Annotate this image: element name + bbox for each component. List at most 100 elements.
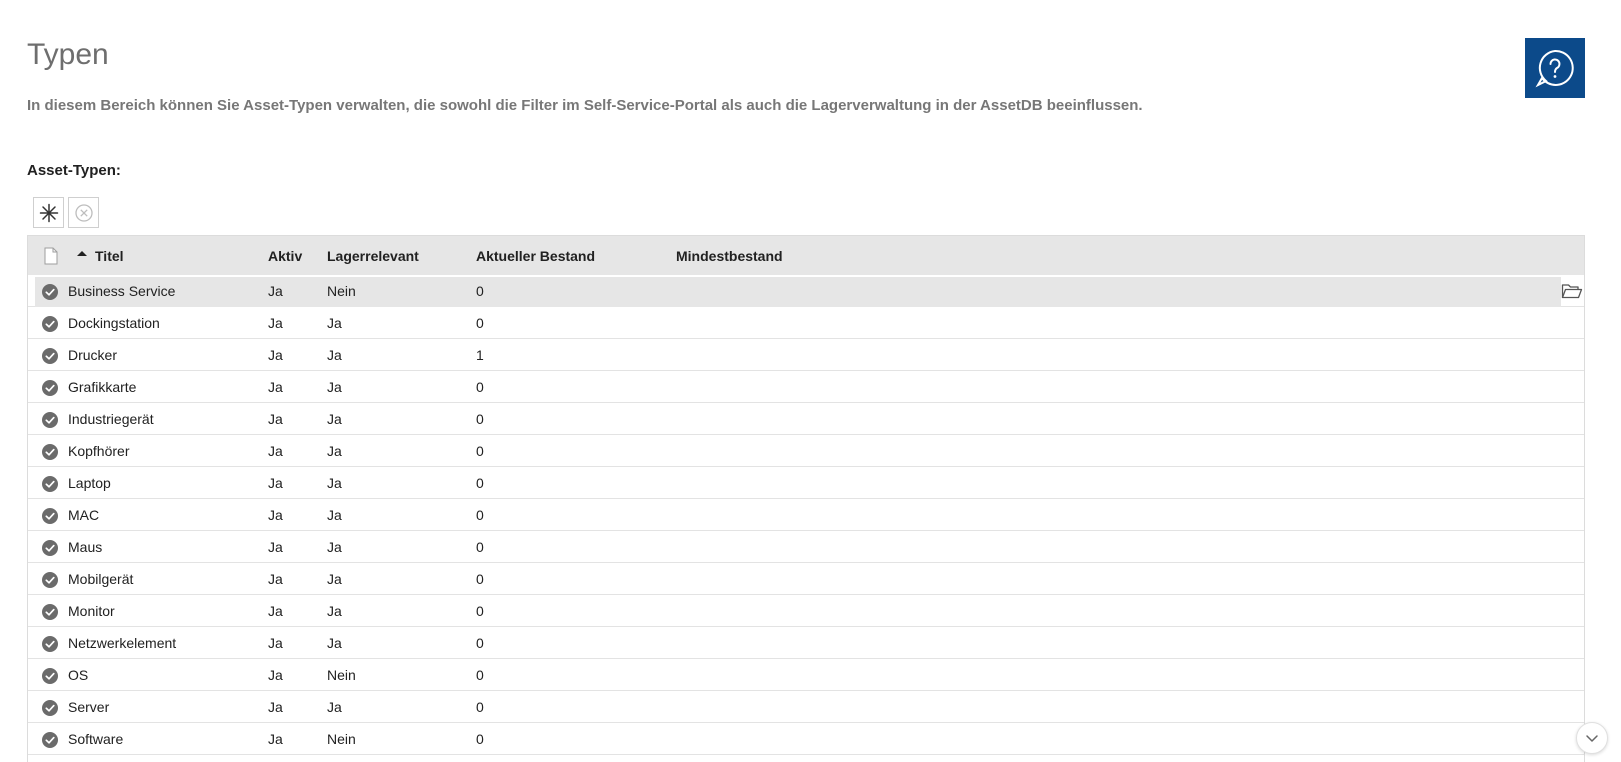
cell-title: OS bbox=[68, 667, 89, 683]
cell-active: Ja bbox=[268, 699, 283, 715]
page-title: Typen bbox=[27, 38, 109, 71]
row-status bbox=[42, 284, 58, 300]
cell-active: Ja bbox=[268, 539, 283, 555]
table-row[interactable]: OS Ja Nein 0 bbox=[28, 659, 1584, 691]
cell-storage-relevant: Nein bbox=[327, 667, 356, 683]
cell-storage-relevant: Nein bbox=[327, 731, 356, 747]
row-status bbox=[42, 636, 58, 652]
column-header-title[interactable]: Titel bbox=[76, 236, 124, 276]
scroll-down-button[interactable] bbox=[1576, 722, 1608, 754]
table-row[interactable]: Industriegerät Ja Ja 0 bbox=[28, 403, 1584, 435]
cell-title: Server bbox=[68, 699, 110, 715]
check-circle-icon bbox=[42, 540, 58, 556]
cell-current-stock: 0 bbox=[476, 571, 484, 587]
cancel-circle-icon bbox=[74, 203, 93, 222]
cell-title: Kopfhörer bbox=[68, 443, 130, 459]
table-row[interactable]: MAC Ja Ja 0 bbox=[28, 499, 1584, 531]
row-status bbox=[42, 732, 58, 748]
table-body: Business Service Ja Nein 0 Dockingstation Ja… bbox=[28, 275, 1584, 755]
cell-current-stock: 0 bbox=[476, 539, 484, 555]
cell-current-stock: 0 bbox=[476, 635, 484, 651]
check-circle-icon bbox=[42, 668, 58, 684]
row-status bbox=[42, 700, 58, 716]
row-status bbox=[42, 476, 58, 492]
cell-title: Netzwerkelement bbox=[68, 635, 177, 651]
cell-storage-relevant: Ja bbox=[327, 411, 342, 427]
cell-storage-relevant: Ja bbox=[327, 507, 342, 523]
table-row[interactable]: Kopfhörer Ja Ja 0 bbox=[28, 435, 1584, 467]
cell-storage-relevant: Ja bbox=[327, 347, 342, 363]
row-status bbox=[42, 444, 58, 460]
cell-active: Ja bbox=[268, 571, 283, 587]
folder-open-icon bbox=[1561, 284, 1583, 299]
check-circle-icon bbox=[42, 604, 58, 620]
check-circle-icon bbox=[42, 508, 58, 524]
cell-storage-relevant: Ja bbox=[327, 699, 342, 715]
cell-active: Ja bbox=[268, 507, 283, 523]
cell-current-stock: 0 bbox=[476, 667, 484, 683]
table-row[interactable]: Netzwerkelement Ja Ja 0 bbox=[28, 627, 1584, 659]
cell-current-stock: 0 bbox=[476, 731, 484, 747]
table-row[interactable]: Grafikkarte Ja Ja 0 bbox=[28, 371, 1584, 403]
cell-current-stock: 0 bbox=[476, 443, 484, 459]
cell-storage-relevant: Ja bbox=[327, 475, 342, 491]
table-row[interactable]: Laptop Ja Ja 0 bbox=[28, 467, 1584, 499]
cell-storage-relevant: Ja bbox=[327, 315, 342, 331]
cell-title: Drucker bbox=[68, 347, 118, 363]
document-icon bbox=[44, 247, 58, 265]
cell-active: Ja bbox=[268, 475, 283, 491]
cell-active: Ja bbox=[268, 667, 283, 683]
row-status bbox=[42, 668, 58, 684]
cell-active: Ja bbox=[268, 443, 283, 459]
cell-storage-relevant: Ja bbox=[327, 379, 342, 395]
open-row-button[interactable] bbox=[1561, 282, 1583, 300]
section-label: Asset-Typen: bbox=[27, 162, 121, 179]
help-button[interactable] bbox=[1525, 38, 1585, 98]
row-status bbox=[42, 380, 58, 396]
delete-button[interactable] bbox=[68, 197, 99, 228]
check-circle-icon bbox=[42, 572, 58, 588]
column-header-min-stock[interactable]: Mindestbestand bbox=[676, 236, 783, 276]
add-button[interactable] bbox=[33, 197, 64, 228]
cell-storage-relevant: Ja bbox=[327, 571, 342, 587]
check-circle-icon bbox=[42, 284, 58, 300]
cell-storage-relevant: Ja bbox=[327, 443, 342, 459]
table-row[interactable]: Business Service Ja Nein 0 bbox=[28, 275, 1584, 307]
cell-current-stock: 0 bbox=[476, 699, 484, 715]
column-header-storage-relevant[interactable]: Lagerrelevant bbox=[327, 236, 419, 276]
cell-current-stock: 0 bbox=[476, 379, 484, 395]
check-circle-icon bbox=[42, 700, 58, 716]
table-header: Titel Aktiv Lagerrelevant Aktueller Best… bbox=[28, 235, 1584, 275]
help-chat-icon bbox=[1535, 49, 1574, 88]
row-status bbox=[42, 412, 58, 428]
cell-active: Ja bbox=[268, 283, 283, 299]
cell-active: Ja bbox=[268, 347, 283, 363]
check-circle-icon bbox=[42, 444, 58, 460]
check-circle-icon bbox=[42, 732, 58, 748]
cell-active: Ja bbox=[268, 731, 283, 747]
cell-title: Industriegerät bbox=[68, 411, 154, 427]
cell-storage-relevant: Nein bbox=[327, 283, 356, 299]
table-row[interactable]: Drucker Ja Ja 1 bbox=[28, 339, 1584, 371]
page-description: In diesem Bereich können Sie Asset-Typen… bbox=[27, 97, 1143, 114]
table-row[interactable]: Server Ja Ja 0 bbox=[28, 691, 1584, 723]
cell-current-stock: 0 bbox=[476, 475, 484, 491]
table-row[interactable]: Mobilgerät Ja Ja 0 bbox=[28, 563, 1584, 595]
column-header-active[interactable]: Aktiv bbox=[268, 236, 302, 276]
table-row[interactable]: Maus Ja Ja 0 bbox=[28, 531, 1584, 563]
cell-title: Monitor bbox=[68, 603, 115, 619]
table-row[interactable]: Software Ja Nein 0 bbox=[28, 723, 1584, 755]
table-row[interactable]: Dockingstation Ja Ja 0 bbox=[28, 307, 1584, 339]
check-circle-icon bbox=[42, 348, 58, 364]
cell-storage-relevant: Ja bbox=[327, 603, 342, 619]
select-all-column[interactable] bbox=[44, 236, 58, 276]
column-header-current-stock[interactable]: Aktueller Bestand bbox=[476, 236, 595, 276]
asset-types-table: Titel Aktiv Lagerrelevant Aktueller Best… bbox=[27, 235, 1585, 762]
cell-storage-relevant: Ja bbox=[327, 635, 342, 651]
table-row[interactable]: Monitor Ja Ja 0 bbox=[28, 595, 1584, 627]
cell-active: Ja bbox=[268, 603, 283, 619]
check-circle-icon bbox=[42, 412, 58, 428]
check-circle-icon bbox=[42, 636, 58, 652]
cell-current-stock: 1 bbox=[476, 347, 484, 363]
asterisk-add-icon bbox=[39, 203, 58, 222]
